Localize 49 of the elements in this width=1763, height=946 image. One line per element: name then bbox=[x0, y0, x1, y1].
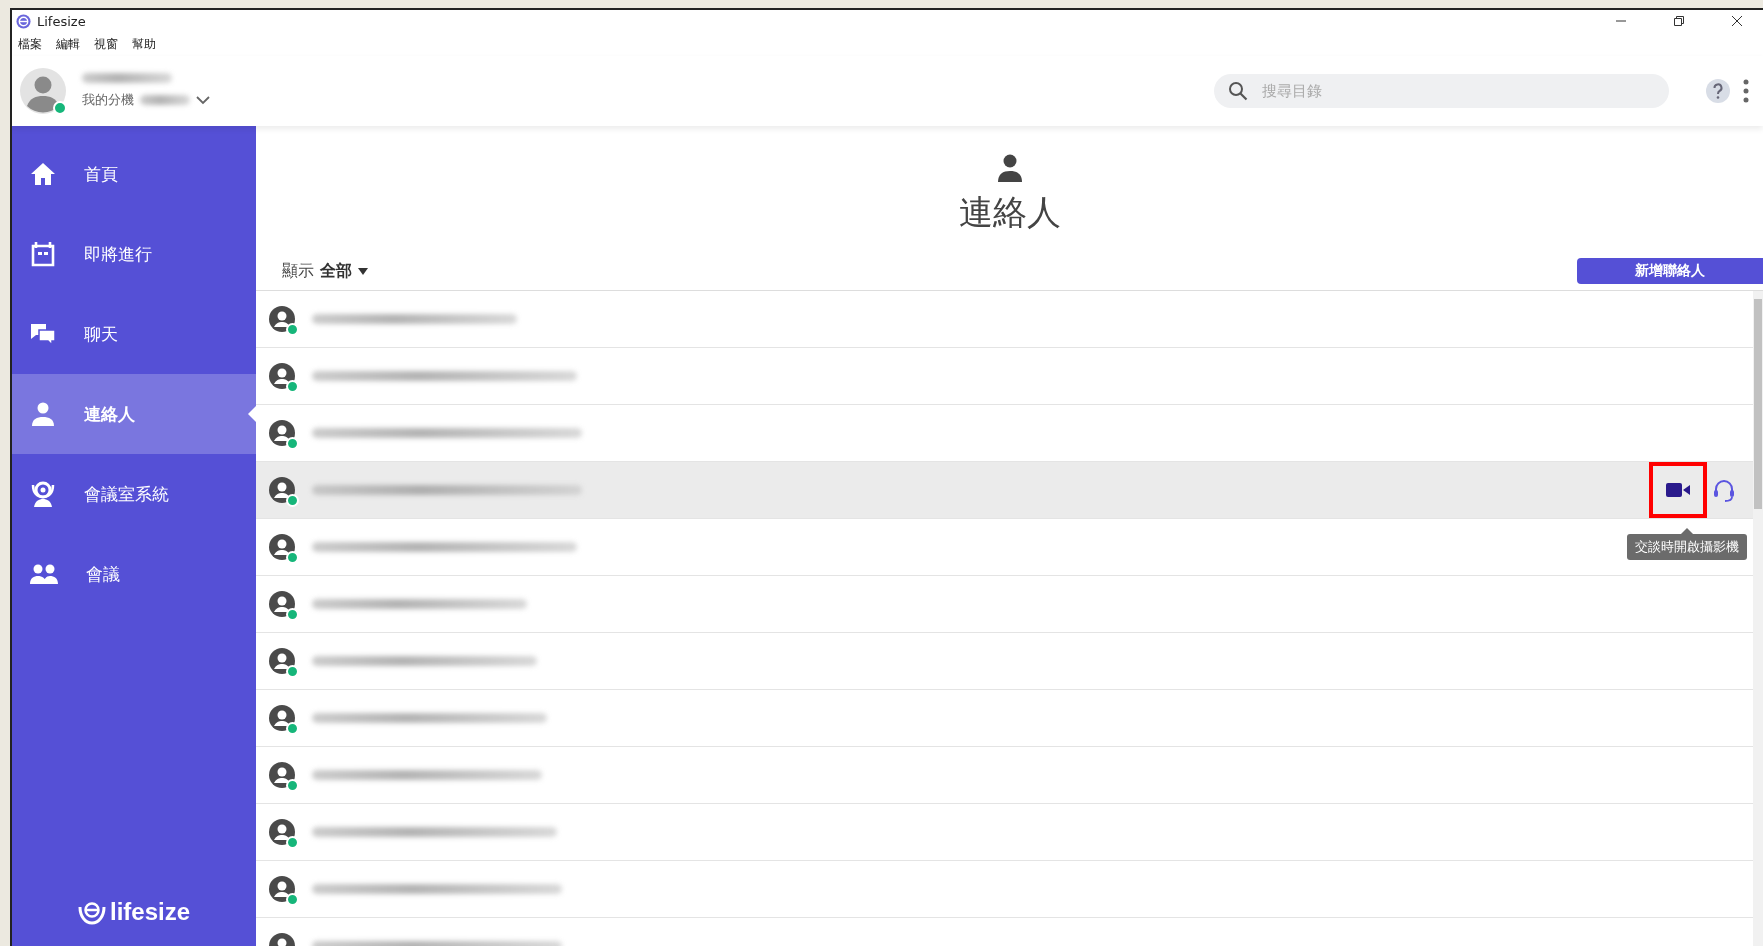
search-icon bbox=[1228, 81, 1248, 101]
filter-dropdown[interactable]: 全部 bbox=[320, 260, 368, 282]
lifesize-logo: lifesize bbox=[12, 898, 256, 926]
window-title: Lifesize bbox=[37, 13, 87, 29]
sidebar-item[interactable]: 會議室系統 bbox=[12, 454, 256, 534]
filter-label: 顯示 bbox=[282, 260, 314, 282]
redacted-extension bbox=[140, 95, 190, 105]
video-call-button[interactable] bbox=[1649, 462, 1707, 518]
help-button[interactable] bbox=[1705, 78, 1731, 104]
calendar-icon bbox=[30, 241, 56, 267]
person-icon bbox=[996, 154, 1023, 182]
contact-avatar-icon bbox=[268, 761, 296, 789]
extension-label: 我的分機 bbox=[82, 91, 134, 109]
contact-avatar-icon bbox=[268, 362, 296, 390]
webcam-icon bbox=[30, 481, 56, 507]
video-camera-icon bbox=[1666, 483, 1690, 497]
contact-avatar-icon bbox=[268, 704, 296, 732]
contact-avatar-icon bbox=[268, 647, 296, 675]
contact-avatar-icon bbox=[268, 818, 296, 846]
contact-avatar-icon bbox=[268, 419, 296, 447]
sidebar-item[interactable]: 聊天 bbox=[12, 294, 256, 374]
contact-avatar-icon bbox=[268, 590, 296, 618]
page-title: 連絡人 bbox=[958, 191, 1061, 234]
avatar-icon bbox=[20, 68, 66, 114]
chat-icon bbox=[30, 322, 56, 346]
search-field[interactable]: 搜尋目錄 bbox=[1214, 74, 1669, 108]
add-contact-button[interactable]: 新增聯絡人 bbox=[1577, 258, 1763, 284]
restore-icon[interactable] bbox=[1673, 15, 1685, 27]
menu-item[interactable]: 檔案 bbox=[18, 35, 42, 53]
app-logo-icon bbox=[16, 13, 31, 29]
menu-item[interactable]: 視窗 bbox=[94, 35, 118, 53]
chevron-down-icon[interactable] bbox=[196, 95, 210, 105]
sidebar-item[interactable]: 首頁 bbox=[12, 134, 256, 214]
caret-icon bbox=[358, 267, 368, 275]
people-icon bbox=[30, 564, 58, 584]
person-icon bbox=[30, 402, 56, 426]
scrollbar[interactable] bbox=[1753, 291, 1763, 946]
contact-avatar-icon bbox=[268, 305, 296, 333]
more-menu-button[interactable] bbox=[1741, 78, 1751, 104]
contact-avatar-icon bbox=[268, 476, 296, 504]
home-icon bbox=[30, 162, 56, 186]
contact-avatar-icon bbox=[268, 875, 296, 903]
menu-item[interactable]: 編輯 bbox=[56, 35, 80, 53]
sidebar-item[interactable]: 即將進行 bbox=[12, 214, 256, 294]
close-icon[interactable] bbox=[1731, 15, 1743, 27]
sidebar-item[interactable]: 連絡人 bbox=[12, 374, 256, 454]
sidebar-item[interactable]: 會議 bbox=[12, 534, 256, 614]
menu-item[interactable]: 幫助 bbox=[132, 35, 156, 53]
contact-avatar-icon bbox=[268, 533, 296, 561]
